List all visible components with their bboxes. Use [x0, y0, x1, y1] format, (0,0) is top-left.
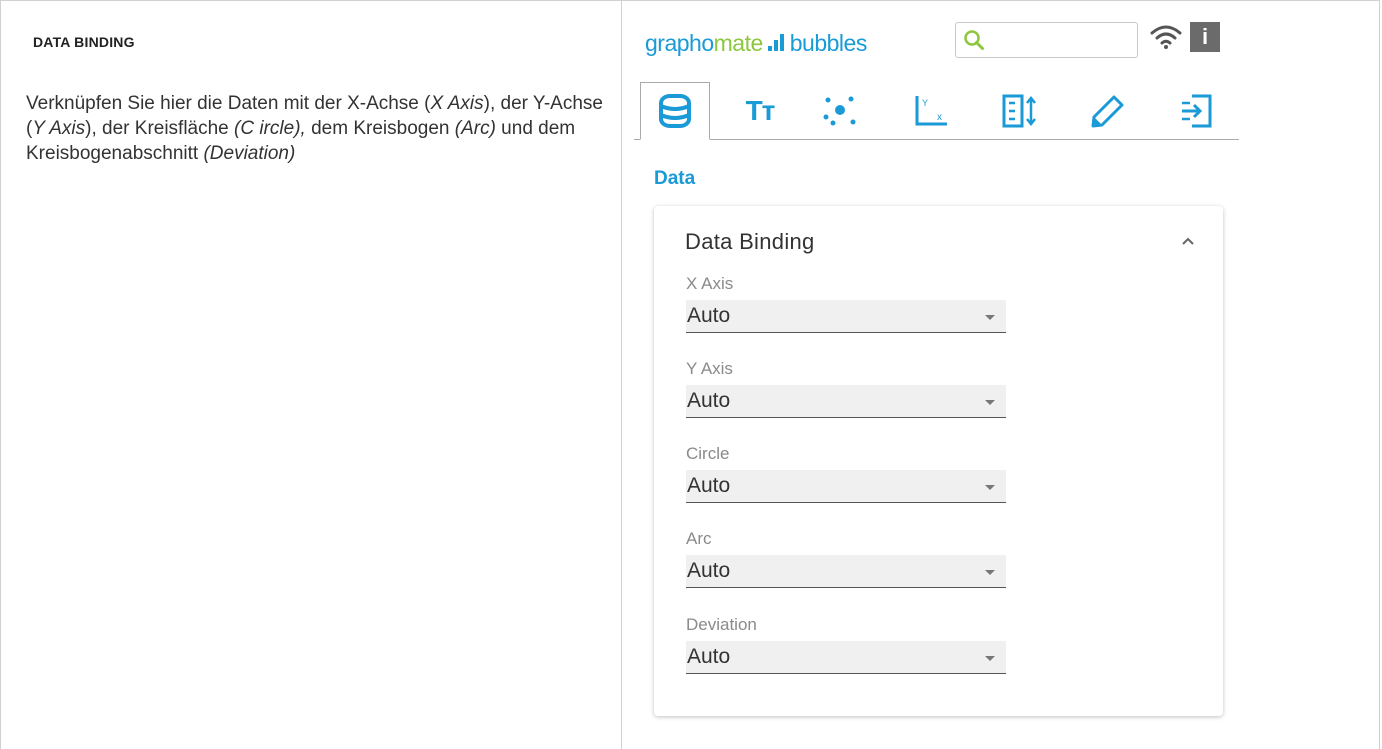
card-title: Data Binding	[685, 229, 815, 254]
tab-bar: Tт Y x	[634, 82, 1239, 140]
svg-text:Y: Y	[922, 98, 928, 108]
field-label: Deviation	[686, 615, 757, 634]
database-icon	[659, 94, 691, 128]
dropdown-arrow-icon	[985, 656, 995, 661]
y-axis-select[interactable]: Auto	[686, 385, 1006, 418]
search-box[interactable]	[955, 22, 1138, 58]
section-title: Data	[654, 168, 696, 189]
circle-select[interactable]: Auto	[686, 470, 1006, 503]
tab-text[interactable]: Tт	[725, 82, 795, 139]
data-binding-card: Data Binding X Axis Auto Y Axis Auto Cir…	[654, 206, 1223, 716]
doc-heading: DATA BINDING	[33, 34, 135, 50]
field-y-axis: Y Axis Auto	[686, 358, 1006, 418]
axis-icon: Y x	[915, 95, 947, 125]
svg-text:x: x	[937, 112, 942, 123]
tab-sort[interactable]	[986, 82, 1056, 139]
list-sort-icon	[1002, 94, 1036, 127]
pencil-icon	[1091, 95, 1124, 127]
field-label: Circle	[686, 444, 730, 463]
bar-chart-icon	[767, 33, 784, 51]
field-label: Arc	[686, 529, 712, 548]
column-divider	[621, 0, 622, 749]
dropdown-arrow-icon	[985, 570, 995, 575]
tab-bubbles[interactable]	[805, 82, 875, 139]
dropdown-arrow-icon	[985, 485, 995, 490]
brand-logo: grapho mate bubbles	[645, 30, 867, 56]
field-label: X Axis	[686, 274, 734, 293]
tab-axis[interactable]: Y x	[896, 82, 966, 139]
tab-edit[interactable]	[1072, 82, 1142, 139]
search-icon	[964, 30, 984, 50]
import-icon	[1182, 94, 1212, 127]
deviation-select[interactable]: Auto	[686, 641, 1006, 674]
info-icon: i	[1201, 24, 1209, 49]
wifi-icon[interactable]	[1150, 24, 1182, 50]
field-x-axis: X Axis Auto	[686, 273, 1006, 333]
field-label: Y Axis	[686, 359, 733, 378]
tab-import[interactable]	[1162, 82, 1232, 139]
bubbles-icon	[823, 96, 856, 125]
text-icon: Tт	[745, 94, 776, 126]
chevron-up-icon[interactable]	[1181, 236, 1195, 246]
arc-select[interactable]: Auto	[686, 555, 1006, 588]
field-arc: Arc Auto	[686, 528, 1006, 588]
info-button[interactable]: i	[1190, 22, 1220, 52]
field-circle: Circle Auto	[686, 443, 1006, 503]
dropdown-arrow-icon	[985, 400, 995, 405]
search-input[interactable]	[990, 28, 1134, 54]
doc-description: Verknüpfen Sie hier die Daten mit der X-…	[26, 93, 603, 164]
x-axis-select[interactable]: Auto	[686, 300, 1006, 333]
dropdown-arrow-icon	[985, 315, 995, 320]
tab-data[interactable]	[640, 82, 710, 140]
field-deviation: Deviation Auto	[686, 614, 1006, 674]
